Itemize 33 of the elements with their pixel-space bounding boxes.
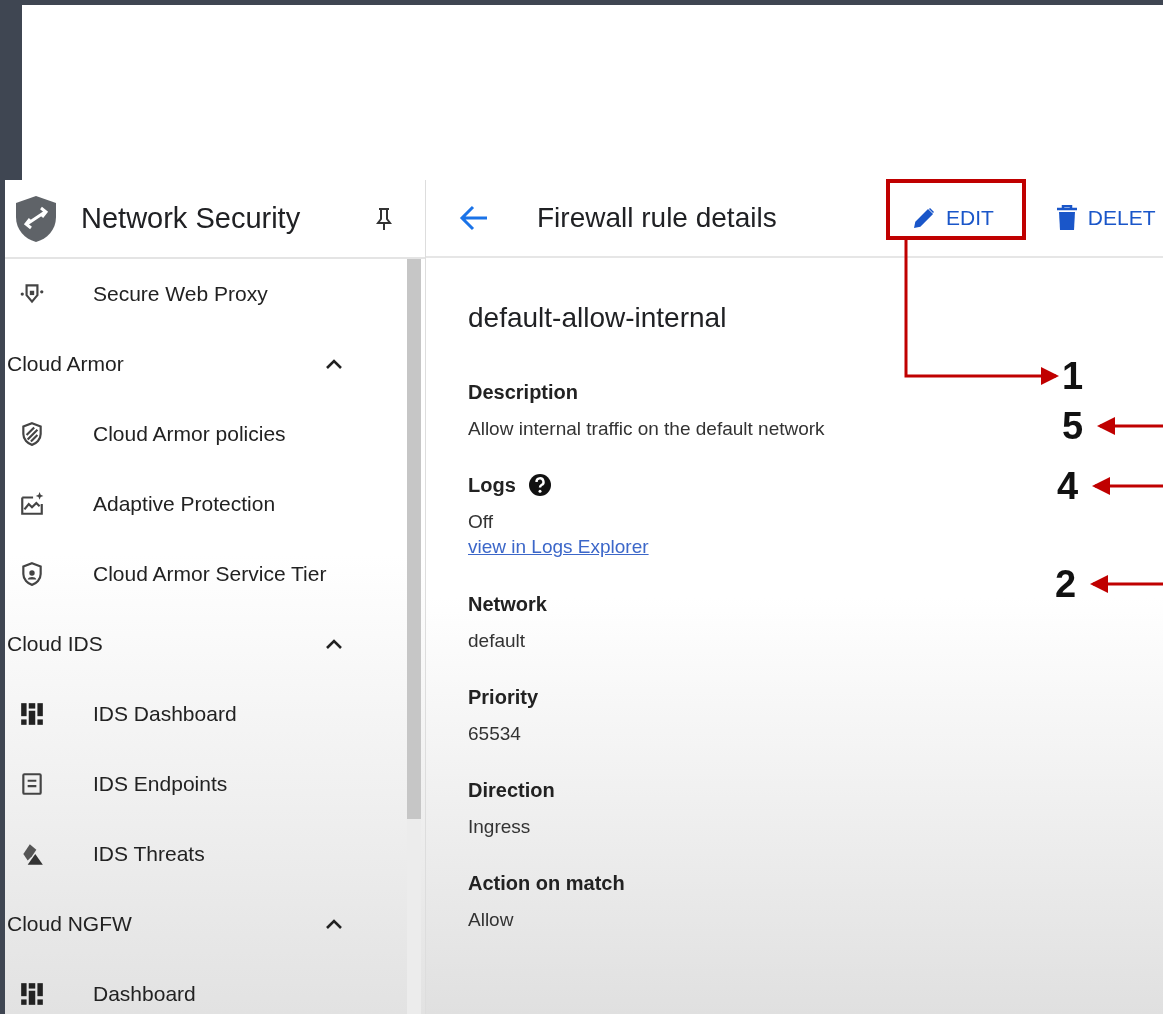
field-value: Allow internal traffic on the default network	[468, 417, 825, 441]
field-value: Allow	[468, 908, 514, 932]
logs-link[interactable]: view in Logs Explorer	[468, 534, 649, 560]
callout-number: 1	[1062, 354, 1084, 398]
nav-section-title[interactable]: Cloud Armor	[7, 352, 124, 376]
field-label: Logs	[468, 473, 516, 497]
field-value: default	[468, 629, 526, 653]
nav-item[interactable]: IDS Dashboard	[93, 702, 237, 726]
field-value: Off	[468, 510, 493, 534]
callout-number: 2	[1055, 562, 1077, 606]
callout-number: 5	[1062, 404, 1084, 448]
callout-number: 4	[1057, 464, 1079, 508]
field-label: Priority	[468, 685, 539, 709]
edit-button[interactable]: EDIT	[908, 199, 998, 237]
field-value: Ingress	[468, 815, 531, 839]
field-value: 65534	[468, 722, 521, 746]
field-label: Action on match	[468, 871, 625, 895]
app-title: Network Security	[81, 202, 302, 235]
rule-name: default-allow-internal	[468, 302, 728, 334]
field-label: Description	[468, 380, 579, 404]
page-title: Firewall rule details	[537, 202, 778, 234]
nav-item[interactable]: IDS Endpoints	[93, 772, 228, 796]
nav-item[interactable]: Cloud Armor policies	[93, 422, 286, 446]
nav-section-title[interactable]: Cloud IDS	[7, 632, 103, 656]
nav-item[interactable]: Secure Web Proxy	[93, 282, 268, 306]
nav-item[interactable]: Adaptive Protection	[93, 492, 276, 516]
nav-section-title[interactable]: Cloud NGFW	[7, 912, 132, 936]
field-label: Network	[468, 592, 547, 616]
nav-item[interactable]: Dashboard	[93, 982, 196, 1006]
nav-item[interactable]: Cloud Armor Service Tier	[93, 562, 327, 586]
delete-button[interactable]: DELET	[1051, 199, 1160, 237]
field-label: Direction	[468, 778, 555, 802]
nav-item[interactable]: IDS Threats	[93, 842, 205, 866]
